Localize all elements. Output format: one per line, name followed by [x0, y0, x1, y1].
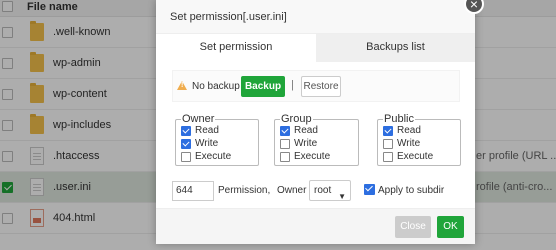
- owner-legend: Owner: [182, 113, 215, 125]
- checkbox-icon[interactable]: [181, 126, 191, 136]
- backup-button[interactable]: Backup: [241, 76, 285, 97]
- owner-read-checkbox[interactable]: Read: [179, 125, 255, 138]
- checkbox-icon[interactable]: [280, 139, 290, 149]
- tab-set-permission[interactable]: Set permission: [156, 34, 316, 62]
- public-read-checkbox[interactable]: Read: [381, 125, 457, 138]
- ok-button[interactable]: OK: [437, 216, 464, 238]
- restore-button[interactable]: Restore: [301, 76, 341, 97]
- owner-select[interactable]: root ▼: [309, 180, 351, 201]
- checkbox-icon[interactable]: [280, 152, 290, 162]
- owner-select-value: root: [314, 185, 332, 196]
- owner-execute-checkbox[interactable]: Execute: [179, 151, 255, 164]
- group-permissions: Group Read Write Execute: [274, 113, 359, 166]
- permission-label: Permission,: [218, 185, 271, 196]
- group-legend: Group: [281, 113, 312, 125]
- public-permissions: Public Read Write Execute: [377, 113, 461, 166]
- dialog-title: Set permission[.user.ini]: [170, 11, 287, 23]
- tab-backups-list[interactable]: Backups list: [316, 34, 475, 62]
- backup-toolbar: No backup Backup | Restore: [172, 70, 460, 102]
- apply-subdir-label[interactable]: Apply to subdir: [378, 185, 444, 196]
- owner-label: Owner: [277, 185, 307, 196]
- toolbar-separator: |: [291, 79, 294, 91]
- backup-status: No backup: [192, 81, 240, 92]
- dialog-tabs: Set permission Backups list: [156, 34, 475, 62]
- group-write-checkbox[interactable]: Write: [278, 138, 355, 151]
- public-legend: Public: [384, 113, 414, 125]
- dialog-footer: Close OK: [156, 208, 475, 244]
- owner-write-checkbox[interactable]: Write: [179, 138, 255, 151]
- checkbox-icon[interactable]: [280, 126, 290, 136]
- chevron-down-icon: ▼: [338, 192, 346, 201]
- apply-subdir-checkbox[interactable]: [364, 184, 375, 195]
- warning-icon: [177, 81, 187, 90]
- checkbox-icon[interactable]: [181, 152, 191, 162]
- public-execute-checkbox[interactable]: Execute: [381, 151, 457, 164]
- dialog-title-bar: Set permission[.user.ini]: [156, 0, 475, 34]
- checkbox-icon[interactable]: [383, 152, 393, 162]
- checkbox-icon[interactable]: [181, 139, 191, 149]
- public-write-checkbox[interactable]: Write: [381, 138, 457, 151]
- group-execute-checkbox[interactable]: Execute: [278, 151, 355, 164]
- owner-permissions: Owner Read Write Execute: [175, 113, 259, 166]
- checkbox-icon[interactable]: [383, 139, 393, 149]
- group-read-checkbox[interactable]: Read: [278, 125, 355, 138]
- checkbox-icon[interactable]: [383, 126, 393, 136]
- close-button[interactable]: Close: [395, 216, 431, 238]
- set-permission-dialog: Set permission[.user.ini] Set permission…: [156, 0, 475, 244]
- permission-value-input[interactable]: 644: [172, 181, 214, 201]
